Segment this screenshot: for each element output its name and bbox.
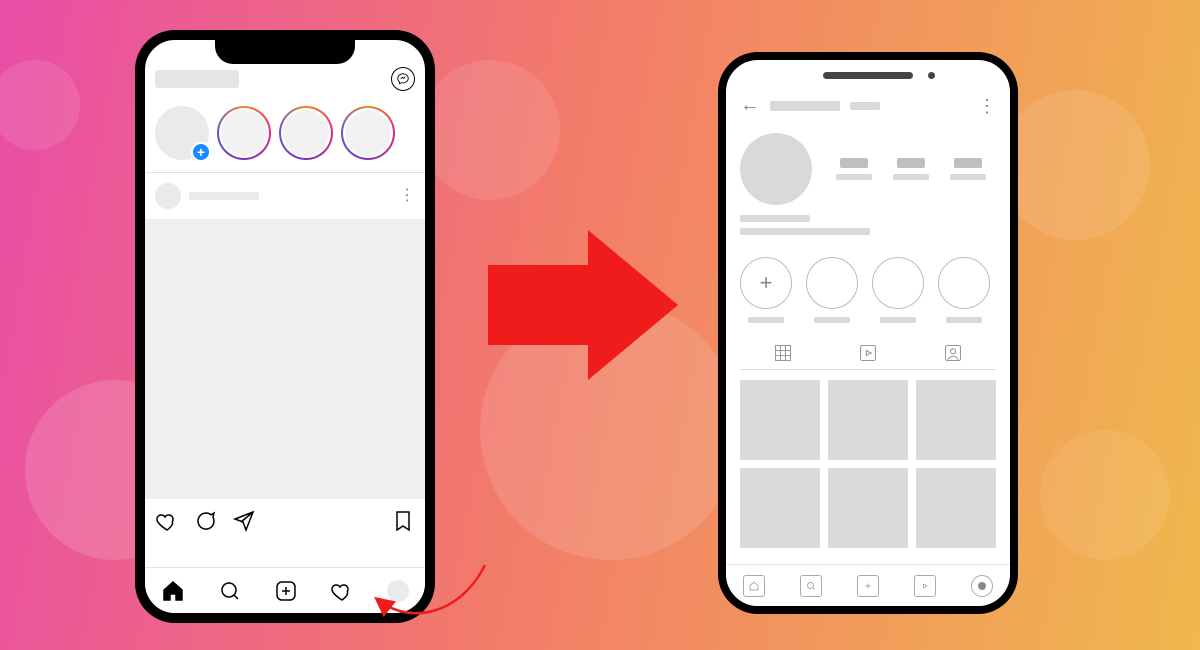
story-ring[interactable]	[217, 106, 271, 160]
more-icon[interactable]: ⋮	[978, 101, 996, 111]
bio-line-placeholder	[740, 215, 810, 222]
messenger-icon[interactable]	[391, 67, 415, 91]
highlight-item[interactable]	[938, 257, 990, 323]
post-header: ⋮	[155, 183, 415, 209]
nav-create-icon[interactable]	[274, 579, 298, 603]
nav-profile-icon[interactable]	[971, 575, 993, 597]
nav-search-icon[interactable]	[218, 579, 242, 603]
add-story-badge[interactable]: +	[191, 142, 211, 162]
like-icon[interactable]	[155, 509, 179, 533]
nav-home-icon[interactable]	[161, 579, 185, 603]
phone-feed: + ⋮	[135, 30, 435, 623]
profile-avatar[interactable]	[740, 133, 812, 205]
nav-search-icon[interactable]	[800, 575, 822, 597]
profile-tabs	[740, 343, 996, 370]
bottom-nav	[726, 564, 1010, 606]
back-icon[interactable]: ←	[740, 94, 760, 117]
nav-home-icon[interactable]	[743, 575, 765, 597]
phone-earpiece	[823, 72, 913, 79]
transition-arrow	[478, 220, 688, 390]
grid-cell[interactable]	[740, 380, 820, 460]
bokeh	[420, 60, 560, 200]
post-more-icon[interactable]: ⋮	[399, 192, 415, 200]
profile-header: ← ⋮	[740, 94, 996, 117]
feed-header	[155, 64, 415, 94]
bokeh	[0, 60, 80, 150]
post-image-placeholder[interactable]	[145, 219, 425, 499]
posts-grid	[740, 380, 996, 548]
nav-create-icon[interactable]	[857, 575, 879, 597]
comment-icon[interactable]	[193, 509, 217, 533]
grid-cell[interactable]	[740, 468, 820, 548]
highlight-add[interactable]: +	[740, 257, 792, 323]
post-author-name-placeholder[interactable]	[189, 192, 259, 200]
bio-line-placeholder	[740, 228, 870, 235]
story-own[interactable]: +	[155, 106, 209, 160]
share-icon[interactable]	[231, 509, 255, 533]
app-logo-placeholder	[155, 70, 239, 88]
grid-cell[interactable]	[828, 380, 908, 460]
stat-posts[interactable]	[836, 158, 872, 180]
stories-row[interactable]: +	[155, 106, 415, 160]
save-icon[interactable]	[391, 509, 415, 533]
pointer-arrow	[370, 560, 490, 640]
tab-reels-icon[interactable]	[858, 343, 878, 363]
highlight-item[interactable]	[872, 257, 924, 323]
story-ring[interactable]	[341, 106, 395, 160]
bokeh	[1040, 430, 1170, 560]
grid-cell[interactable]	[916, 380, 996, 460]
grid-cell[interactable]	[916, 468, 996, 548]
story-ring[interactable]	[279, 106, 333, 160]
post-author-avatar[interactable]	[155, 183, 181, 209]
username-placeholder	[850, 102, 880, 110]
phone-camera-dot	[928, 72, 935, 79]
grid-cell[interactable]	[828, 468, 908, 548]
username-placeholder[interactable]	[770, 101, 840, 111]
tab-tagged-icon[interactable]	[943, 343, 963, 363]
profile-stats-row	[740, 133, 996, 205]
divider	[145, 172, 425, 173]
stat-following[interactable]	[950, 158, 986, 180]
bokeh	[1000, 90, 1150, 240]
highlight-item[interactable]	[806, 257, 858, 323]
tab-grid-icon[interactable]	[773, 343, 793, 363]
nav-activity-icon[interactable]	[330, 579, 354, 603]
nav-reels-icon[interactable]	[914, 575, 936, 597]
stat-followers[interactable]	[893, 158, 929, 180]
phone-profile: ← ⋮ +	[718, 52, 1018, 614]
highlights-row: +	[740, 257, 996, 323]
post-actions	[155, 509, 415, 533]
phone-notch	[215, 38, 355, 64]
